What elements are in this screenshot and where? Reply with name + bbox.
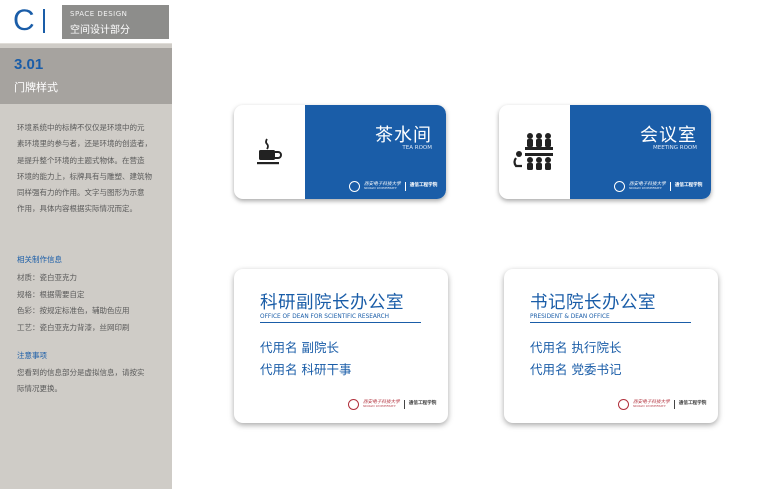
tea-room-panel: 茶水间 TEA ROOM 西安电子科技大学 XIDIAN UNIVERSITY … xyxy=(305,105,446,199)
meeting-room-icon-area xyxy=(499,105,571,199)
sidebar: C SPACE DESIGN 空间设计部分 3.01 门牌样式 环境系统中的标牌… xyxy=(0,0,172,489)
logo-divider xyxy=(403,400,405,409)
occupant-line: 代用名 副院长 xyxy=(260,340,339,355)
school-logo: 西安电子科技大学 XIDIAN UNIVERSITY 通信工程学院 xyxy=(349,181,437,192)
tea-room-subtitle: TEA ROOM xyxy=(402,145,432,151)
description-line: 环境的能力上，标牌具有与雕塑、建筑物 xyxy=(17,171,152,181)
tea-room-icon-area xyxy=(234,105,306,199)
description-line: 作用，具体内容根据实际情况而定。 xyxy=(17,204,137,214)
note-line: 际情况更换。 xyxy=(17,384,62,393)
college-name: 通信工程学院 xyxy=(409,183,438,189)
note-text: 您看到的信息部分是虚拟信息，请按实 际情况更换。 xyxy=(17,365,167,397)
school-name-block: 西安电子科技大学 XIDIAN UNIVERSITY xyxy=(633,400,670,409)
page: C SPACE DESIGN 空间设计部分 3.01 门牌样式 环境系统中的标牌… xyxy=(0,0,779,489)
teacup-icon xyxy=(257,138,282,165)
school-seal-icon xyxy=(348,399,359,410)
logo-divider xyxy=(669,182,671,191)
meeting-room-sign: 会议室 MEETING ROOM 西安电子科技大学 XIDIAN UNIVERS… xyxy=(499,105,711,199)
logo-divider xyxy=(673,400,675,409)
info-item: 材质：瓷白亚克力 xyxy=(17,273,77,282)
category-en: SPACE DESIGN xyxy=(70,10,128,18)
info-list: 材质：瓷白亚克力 规格：根据需要自定 色彩：按规定标准色，辅助色应用 工艺：瓷白… xyxy=(17,270,167,336)
school-seal-icon xyxy=(614,181,625,192)
info-item: 色彩：按规定标准色，辅助色应用 xyxy=(17,306,130,315)
tea-room-title: 茶水间 xyxy=(375,125,432,146)
vice-dean-office-title: 科研副院长办公室 xyxy=(260,293,404,313)
college-name: 通信工程学院 xyxy=(678,401,707,407)
dean-office-sign: 书记院长办公室 PRESIDENT & DEAN OFFICE 代用名 执行院长… xyxy=(504,269,718,423)
college-name: 通信工程学院 xyxy=(674,183,703,189)
description-line: 是提升整个环境的主题式物体。在营造 xyxy=(17,155,145,165)
info-item: 规格：根据需要自定 xyxy=(17,289,85,299)
section-header: 3.01 门牌样式 xyxy=(0,48,172,104)
description-line: 环境系统中的标牌不仅仅是环境中的元 xyxy=(17,123,145,132)
brand-letter: C xyxy=(13,4,35,37)
school-logo: 西安电子科技大学 XIDIAN UNIVERSITY 通信工程学院 xyxy=(348,399,436,410)
brand-header: C SPACE DESIGN 空间设计部分 xyxy=(0,0,172,44)
school-name-en: XIDIAN UNIVERSITY xyxy=(363,404,396,409)
info-item: 工艺：瓷白亚克力背漆，丝网印刷 xyxy=(17,322,130,332)
description-line: 素环境里的参与者，还是环境的创造者， xyxy=(17,139,152,149)
school-seal-icon xyxy=(618,399,629,410)
school-seal-icon xyxy=(349,181,360,192)
meeting-room-panel: 会议室 MEETING ROOM 西安电子科技大学 XIDIAN UNIVERS… xyxy=(570,105,711,199)
school-name-block: 西安电子科技大学 XIDIAN UNIVERSITY xyxy=(629,182,666,191)
title-underline xyxy=(260,322,421,323)
meeting-people-icon xyxy=(513,133,553,170)
school-name-en: XIDIAN UNIVERSITY xyxy=(364,186,397,191)
school-name-en: XIDIAN UNIVERSITY xyxy=(629,186,662,191)
dean-office-title: 书记院长办公室 xyxy=(530,293,656,313)
logo-divider xyxy=(404,182,406,191)
occupant-line: 代用名 科研干事 xyxy=(260,362,352,377)
note-title: 注意事项 xyxy=(17,351,47,360)
category-cn: 空间设计部分 xyxy=(70,25,130,36)
meeting-room-subtitle: MEETING ROOM xyxy=(652,145,697,151)
description-line: 同样强有力的作用。文字与图形为示意 xyxy=(17,188,145,198)
section-number: 3.01 xyxy=(14,56,44,73)
section-title: 门牌样式 xyxy=(14,81,58,94)
school-logo: 西安电子科技大学 XIDIAN UNIVERSITY 通信工程学院 xyxy=(614,181,702,192)
occupant-line: 代用名 党委书记 xyxy=(530,362,622,377)
tea-room-sign: 茶水间 TEA ROOM 西安电子科技大学 XIDIAN UNIVERSITY … xyxy=(234,105,446,199)
meeting-room-title: 会议室 xyxy=(640,125,697,146)
vice-dean-office-sign: 科研副院长办公室 OFFICE OF DEAN FOR SCIENTIFIC R… xyxy=(234,269,448,423)
brand-divider xyxy=(43,9,45,33)
category-box: SPACE DESIGN 空间设计部分 xyxy=(62,5,169,39)
school-name-block: 西安电子科技大学 XIDIAN UNIVERSITY xyxy=(364,182,401,191)
note-line: 您看到的信息部分是虚拟信息，请按实 xyxy=(17,368,145,377)
vice-dean-office-subtitle: OFFICE OF DEAN FOR SCIENTIFIC RESEARCH xyxy=(260,314,390,320)
school-name-en: XIDIAN UNIVERSITY xyxy=(633,404,666,409)
section-description: 环境系统中的标牌不仅仅是环境中的元 素环境里的参与者，还是环境的创造者， 是提升… xyxy=(17,120,167,218)
dean-office-subtitle: PRESIDENT & DEAN OFFICE xyxy=(530,314,610,320)
school-name-block: 西安电子科技大学 XIDIAN UNIVERSITY xyxy=(363,400,400,409)
title-underline xyxy=(530,322,691,323)
school-logo: 西安电子科技大学 XIDIAN UNIVERSITY 通信工程学院 xyxy=(618,399,706,410)
info-title: 相关制作信息 xyxy=(17,255,62,264)
occupant-line: 代用名 执行院长 xyxy=(530,340,622,355)
college-name: 通信工程学院 xyxy=(408,401,437,407)
